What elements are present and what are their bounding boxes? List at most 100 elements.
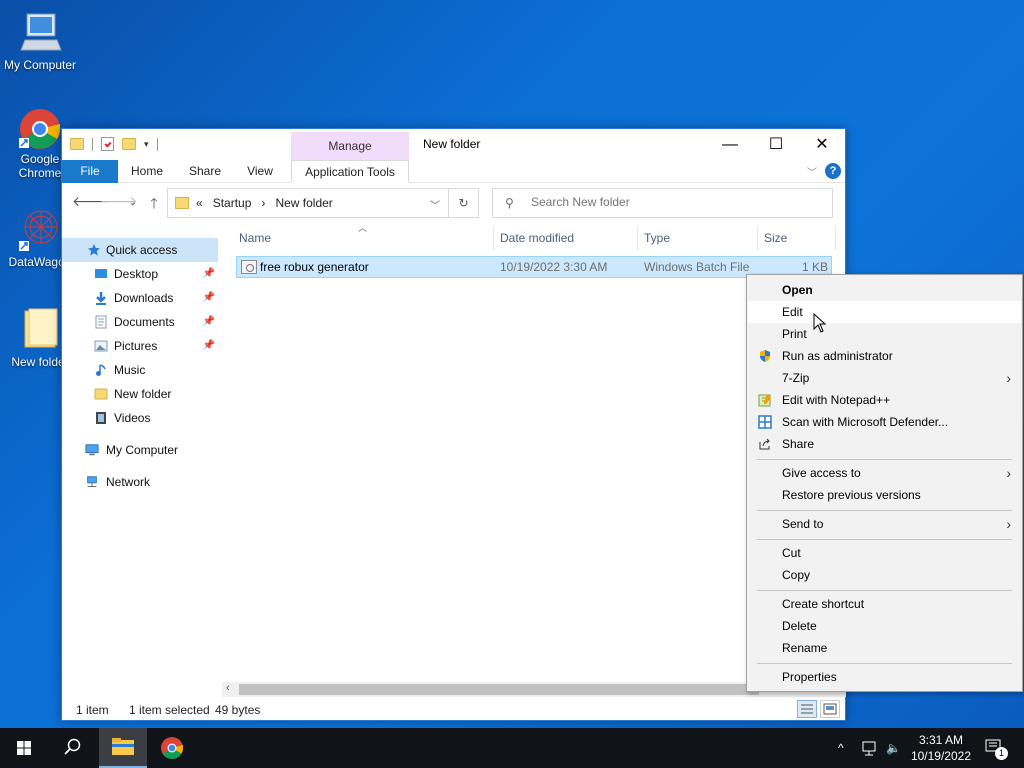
nav-desktop[interactable]: Desktop 📌 <box>62 262 218 286</box>
breadcrumb-separator[interactable]: › <box>261 196 265 210</box>
volume-icon[interactable]: 🔈 <box>886 728 901 768</box>
batch-file-icon <box>241 260 257 274</box>
column-header-date-modified[interactable]: Date modified <box>500 226 574 250</box>
large-icons-view-button[interactable] <box>820 700 840 718</box>
file-row[interactable]: free robux generator 10/19/2022 3:30 AM … <box>236 256 832 278</box>
menu-item-7-zip[interactable]: 7-Zip › <box>748 367 1021 389</box>
menu-item-run-as-administrator[interactable]: Run as administrator <box>748 345 1021 367</box>
chevron-down-icon[interactable]: ﹀ <box>430 197 440 212</box>
column-header-type[interactable]: Type <box>644 226 670 250</box>
column-separator[interactable] <box>835 226 836 250</box>
menu-item-rename[interactable]: Rename <box>748 637 1021 659</box>
tab-home[interactable]: Home <box>122 160 172 183</box>
desktop-icon-my-computer[interactable]: My Computer <box>0 10 80 72</box>
clock[interactable]: 3:31 AM 10/19/2022 <box>911 732 971 764</box>
notification-center-button[interactable]: 1 <box>984 738 1008 760</box>
tab-file[interactable]: File <box>62 160 118 183</box>
nav-network[interactable]: Network <box>62 470 218 494</box>
customize-toolbar-icon[interactable]: ▾ <box>144 139 149 150</box>
nav-new-folder[interactable]: New folder <box>62 382 218 406</box>
menu-item-give-access-to[interactable]: Give access to › <box>748 462 1021 484</box>
expand-ribbon-icon[interactable]: ﹀ <box>807 164 817 179</box>
scrollbar-thumb[interactable] <box>239 684 759 695</box>
search-box[interactable]: ⚲ <box>492 188 833 218</box>
address-bar[interactable]: « Startup › New folder ﹀ <box>167 188 449 218</box>
start-button[interactable] <box>0 728 48 768</box>
desktop-icon-label: My Computer <box>3 58 77 72</box>
menu-item-delete[interactable]: Delete <box>748 615 1021 637</box>
recent-locations-icon[interactable]: ⌄ <box>124 197 142 208</box>
pin-icon: 📌 <box>202 340 215 351</box>
breadcrumb-new-folder[interactable]: New folder <box>275 196 332 210</box>
properties-icon[interactable] <box>101 137 114 151</box>
column-separator[interactable] <box>637 226 638 250</box>
menu-item-restore-previous-versions[interactable]: Restore previous versions <box>748 484 1021 506</box>
taskbar-chrome[interactable] <box>148 728 196 768</box>
taskbar-file-explorer[interactable] <box>99 728 147 768</box>
scroll-left-icon[interactable]: ‹ <box>226 682 230 694</box>
nav-label: My Computer <box>106 443 179 457</box>
back-arrow-icon[interactable]: 🡐 <box>72 193 110 210</box>
tab-view[interactable]: View <box>237 160 283 183</box>
nav-label: Pictures <box>114 339 158 353</box>
menu-label: Scan with Microsoft Defender... <box>782 415 949 429</box>
up-arrow-icon[interactable]: 🡑 <box>145 193 163 217</box>
nav-label: Music <box>114 363 146 377</box>
status-item-count: 1 item <box>76 703 109 717</box>
nav-documents[interactable]: Documents 📌 <box>62 310 218 334</box>
menu-label: Copy <box>782 568 811 582</box>
menu-item-create-shortcut[interactable]: Create shortcut <box>748 593 1021 615</box>
close-button[interactable]: ✕ <box>799 129 845 160</box>
status-bar: 1 item 1 item selected 49 bytes <box>62 699 845 721</box>
column-header-size[interactable]: Size <box>764 226 787 250</box>
pin-icon: 📌 <box>202 268 215 279</box>
taskbar: ^ 🔈 3:31 AM 10/19/2022 1 <box>0 728 1024 768</box>
network-status-icon[interactable] <box>862 728 878 768</box>
nav-pictures[interactable]: Pictures 📌 <box>62 334 218 358</box>
desktop-icon <box>95 269 107 278</box>
tab-share[interactable]: Share <box>180 160 230 183</box>
minimize-button[interactable]: — <box>707 129 753 160</box>
search-button[interactable] <box>48 728 96 768</box>
window-title: New folder <box>423 137 481 151</box>
refresh-button[interactable]: ↻ <box>449 188 479 218</box>
new-folder-icon[interactable] <box>122 138 136 150</box>
menu-item-send-to[interactable]: Send to › <box>748 513 1021 535</box>
menu-label: Delete <box>782 619 817 633</box>
nav-music[interactable]: Music <box>62 358 218 382</box>
menu-item-edit-with-notepad-plus-plus[interactable]: Edit with Notepad++ <box>748 389 1021 411</box>
menu-item-share[interactable]: Share <box>748 433 1021 455</box>
menu-item-cut[interactable]: Cut <box>748 542 1021 564</box>
menu-item-edit[interactable]: Edit <box>748 301 1021 323</box>
folder-icon <box>70 138 84 150</box>
nav-label: New folder <box>114 387 172 401</box>
nav-videos[interactable]: Videos <box>62 406 218 430</box>
clock-date: 10/19/2022 <box>910 749 971 763</box>
address-overflow[interactable]: « <box>196 196 203 210</box>
nav-my-computer[interactable]: My Computer <box>62 438 218 462</box>
file-type: Windows Batch File <box>644 260 750 274</box>
forward-arrow-icon[interactable]: 🡒 <box>100 193 138 210</box>
manage-tab-group[interactable]: Manage <box>291 132 409 160</box>
tab-application-tools[interactable]: Application Tools <box>291 160 409 183</box>
breadcrumb-startup[interactable]: Startup <box>213 196 252 210</box>
column-separator[interactable] <box>493 226 494 250</box>
column-header-name[interactable]: Name <box>239 226 271 250</box>
search-input[interactable] <box>531 195 821 209</box>
ribbon-tabs: File Home Share View Application Tools <box>62 160 845 183</box>
details-view-button[interactable] <box>797 700 817 718</box>
show-hidden-icons-chevron[interactable]: ^ <box>838 728 844 768</box>
menu-item-print[interactable]: Print <box>748 323 1021 345</box>
help-icon[interactable]: ? <box>825 163 841 179</box>
menu-item-copy[interactable]: Copy <box>748 564 1021 586</box>
menu-label: Create shortcut <box>782 597 865 611</box>
menu-item-properties[interactable]: Properties <box>748 666 1021 688</box>
menu-item-open[interactable]: Open <box>748 279 1021 301</box>
column-separator[interactable] <box>757 226 758 250</box>
maximize-button[interactable]: ☐ <box>753 129 799 160</box>
chrome-icon <box>161 737 183 759</box>
menu-item-scan-with-microsoft-defender[interactable]: Scan with Microsoft Defender... <box>748 411 1021 433</box>
nav-downloads[interactable]: Downloads 📌 <box>62 286 218 310</box>
nav-quick-access[interactable]: Quick access <box>62 238 218 262</box>
